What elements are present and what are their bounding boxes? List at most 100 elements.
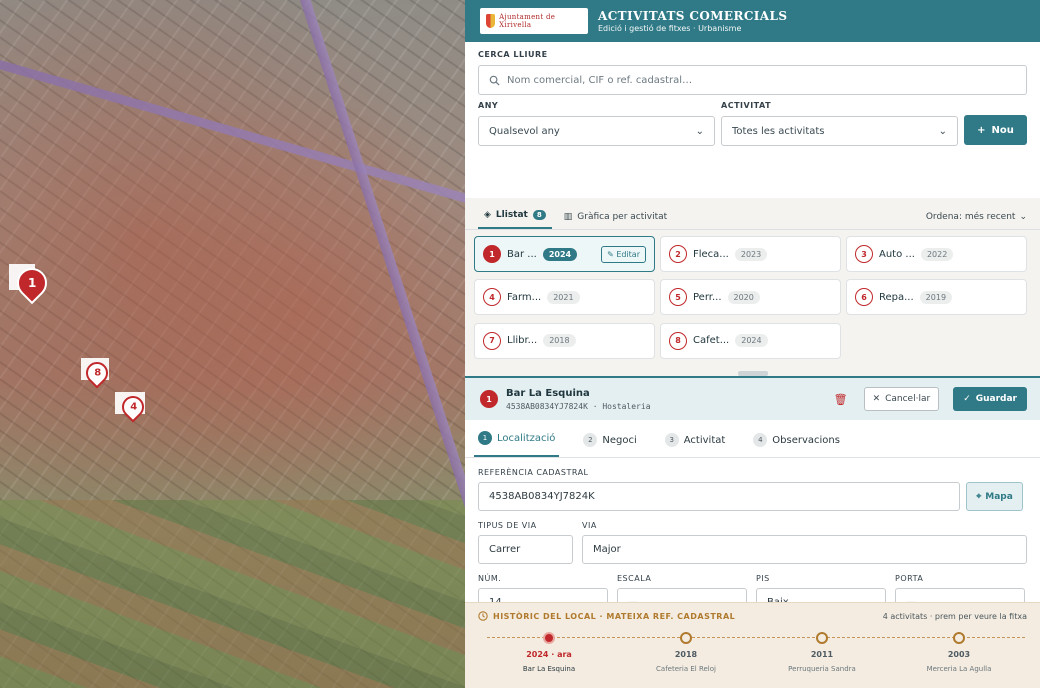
- card-year-badge: 2023: [734, 247, 768, 261]
- card-name: Repa...: [879, 291, 914, 303]
- card-year-badge: 2018: [543, 334, 576, 348]
- card-number: 6: [855, 288, 873, 307]
- trash-icon[interactable]: 🗑: [834, 393, 848, 406]
- card-name: Perr...: [693, 291, 722, 303]
- detail-ref: 4538AB0834YJ7824K: [506, 401, 588, 411]
- door-label: PORTA: [895, 574, 924, 583]
- save-button-label: Guardar: [975, 394, 1017, 404]
- step-observacions[interactable]: 4 Observacions: [749, 433, 844, 457]
- card-year-badge: 2020: [727, 290, 760, 304]
- step-label: Negoci: [602, 434, 637, 446]
- activity-card-1[interactable]: 1 Bar ... 2024 ✎ Editar: [474, 236, 655, 272]
- sort-dropdown[interactable]: Ordena: més recent ⌄: [926, 212, 1027, 229]
- activity-card-8[interactable]: 8 Cafet... 2024: [660, 322, 841, 359]
- step-label: Localització: [497, 432, 556, 444]
- chevron-down-icon: ⌄: [1019, 212, 1027, 222]
- num-label: NÚM.: [478, 574, 502, 583]
- timeline-dot: [680, 632, 692, 644]
- detail-number: 1: [480, 390, 498, 408]
- timeline-point[interactable]: 2011 Perruqueria Sandra: [762, 632, 882, 673]
- year-select[interactable]: Qualsevol any ⌄: [478, 116, 715, 146]
- card-number: 3: [855, 245, 873, 263]
- timeline-dot: [816, 632, 828, 644]
- close-icon: ✕: [872, 394, 881, 404]
- ref-field-value: 4538AB0834YJ7824K: [489, 491, 595, 502]
- activity-card-5[interactable]: 5 Perr... 2020: [660, 279, 841, 316]
- tab-chart-label: Gràfica per activitat: [577, 212, 668, 222]
- map-highway: [0, 60, 465, 212]
- timeline-point[interactable]: 2003 Merceria La Agulla: [899, 632, 1019, 673]
- activity-select[interactable]: Totes les activitats ⌄: [721, 116, 958, 146]
- card-name: Farm...: [507, 291, 542, 303]
- timeline-point[interactable]: 2024 · ara Bar La Esquina: [489, 632, 609, 673]
- card-number: 4: [483, 288, 501, 307]
- search-input[interactable]: Nom comercial, CIF o ref. cadastral…: [478, 65, 1027, 95]
- activity-card-7[interactable]: 7 Llibr... 2018: [474, 322, 655, 359]
- activity-card-2[interactable]: 2 Fleca... 2023: [660, 236, 841, 272]
- detail-panel: 1 Bar La Esquina 4538AB0834YJ7824K · Hos…: [465, 376, 1040, 630]
- step-negoci[interactable]: 2 Negoci: [579, 433, 640, 457]
- history-note: 4 activitats · prem per veure la fitxa: [882, 611, 1027, 621]
- activity-card-3[interactable]: 3 Auto ... 2022: [846, 236, 1027, 272]
- step-number: 1: [478, 431, 492, 445]
- activity-cards-grid: 1 Bar ... 2024 ✎ Editar 2 Fleca... 2023 3 Auto…: [465, 230, 1040, 368]
- history-section: HISTÒRIC DEL LOCAL · MATEIXA REF. CADAST…: [465, 602, 1040, 688]
- card-number: 7: [483, 331, 501, 350]
- edit-button[interactable]: ✎ Editar: [601, 245, 646, 263]
- location-form: REFERÈNCIA CADASTRAL 4538AB0834YJ7824K ⌖…: [465, 468, 1040, 617]
- search-placeholder: Nom comercial, CIF o ref. cadastral…: [507, 74, 693, 86]
- view-tabs: ◈ Llistat 8 ▥ Gràfica per activitat Ordena:…: [465, 198, 1040, 230]
- edit-button-label: Editar: [616, 249, 640, 259]
- app-header: Ajuntament de Xirivella ACTIVITATS COMER…: [465, 0, 1040, 42]
- card-name: Llibr...: [507, 335, 538, 347]
- cancel-button[interactable]: ✕ Cancel·lar: [863, 387, 940, 411]
- detail-category: Hostaleria: [602, 401, 651, 411]
- map-button-label: Mapa: [985, 491, 1013, 502]
- map-fields-area: [0, 500, 465, 688]
- map-pin-icon: ⌖: [976, 491, 982, 502]
- step-localitzacio[interactable]: 1 Localització: [474, 431, 560, 457]
- card-year-badge: 2022: [920, 247, 954, 261]
- timeline-year: 2011: [810, 650, 834, 659]
- save-button[interactable]: ✓ Guardar: [953, 387, 1027, 411]
- via-field[interactable]: Major: [582, 535, 1027, 564]
- detail-subtitle: 4538AB0834YJ7824K · Hostaleria: [506, 401, 651, 411]
- clock-icon: [478, 611, 488, 621]
- new-button[interactable]: + Nou: [964, 115, 1027, 145]
- via-type-label: TIPUS DE VIA: [478, 521, 537, 530]
- activity-card-6[interactable]: 6 Repa... 2019: [846, 279, 1027, 316]
- card-number: 8: [669, 331, 687, 350]
- detail-header: 1 Bar La Esquina 4538AB0834YJ7824K · Hos…: [465, 378, 1040, 420]
- step-label: Activitat: [683, 434, 726, 446]
- layers-icon: ◈: [484, 210, 491, 220]
- activity-card-4[interactable]: 4 Farm... 2021: [474, 279, 655, 316]
- ref-field[interactable]: 4538AB0834YJ7824K: [478, 482, 960, 511]
- search-icon: [489, 75, 500, 86]
- side-panel: Ajuntament de Xirivella ACTIVITATS COMER…: [465, 0, 1040, 688]
- card-name: Bar ...: [507, 248, 537, 260]
- map-pin-number: 1: [27, 276, 37, 291]
- check-icon: ✓: [963, 394, 971, 404]
- tab-list[interactable]: ◈ Llistat 8: [478, 210, 552, 229]
- sort-label: Ordena: més recent: [925, 212, 1016, 222]
- timeline-year: 2003: [947, 650, 971, 659]
- search-section: CERCA LLIURE Nom comercial, CIF o ref. c…: [465, 42, 1040, 198]
- tab-list-label: Llistat: [495, 210, 528, 220]
- activity-select-value: Totes les activitats: [732, 125, 825, 137]
- cancel-button-label: Cancel·lar: [885, 394, 931, 404]
- aerial-map[interactable]: 1 8 4: [0, 0, 465, 688]
- timeline-dot: [953, 632, 965, 644]
- via-type-value: Carrer: [489, 544, 521, 555]
- timeline-name: Cafeteria El Reloj: [656, 665, 716, 673]
- detail-name: Bar La Esquina: [506, 387, 590, 399]
- tab-chart[interactable]: ▥ Gràfica per activitat: [558, 212, 673, 229]
- panel-splitter[interactable]: [465, 368, 1040, 376]
- via-type-field[interactable]: Carrer: [478, 535, 573, 564]
- timeline-point[interactable]: 2018 Cafeteria El Reloj: [626, 632, 746, 673]
- map-button[interactable]: ⌖ Mapa: [966, 482, 1023, 511]
- chevron-down-icon: ⌄: [938, 125, 947, 137]
- card-number: 1: [483, 245, 501, 263]
- card-name: Auto ...: [879, 248, 915, 260]
- step-activitat[interactable]: 3 Activitat: [661, 433, 730, 457]
- step-number: 4: [753, 433, 768, 447]
